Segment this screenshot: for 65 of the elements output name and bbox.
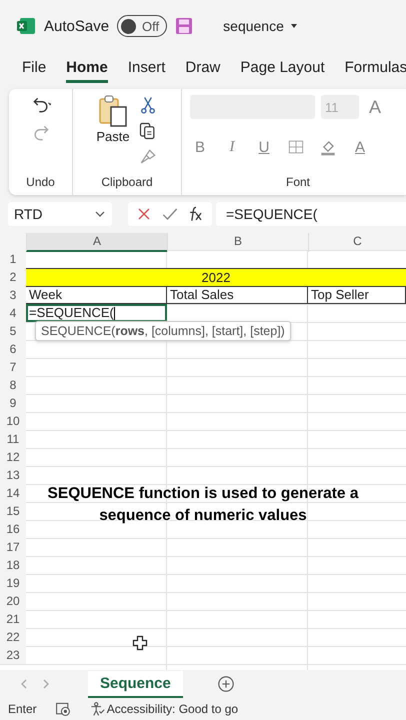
previous-sheet-icon[interactable] xyxy=(20,678,28,690)
sheet-tab[interactable]: Sequence xyxy=(88,670,183,698)
cursor-cross-icon xyxy=(132,635,148,651)
video-caption: SEQUENCE function is used to generate a sequence of numeric values xyxy=(46,484,360,526)
ribbon-tab[interactable]: Page Layout xyxy=(240,55,325,83)
paste-button[interactable]: Paste xyxy=(96,129,130,144)
row-header[interactable]: 20 xyxy=(0,592,26,610)
table-cell: =SEQUENCE( xyxy=(26,304,167,322)
row-header[interactable]: 6 xyxy=(0,340,26,358)
clipboard-icon[interactable] xyxy=(98,95,128,127)
row-header[interactable]: 22 xyxy=(0,628,26,646)
row-header[interactable]: 12 xyxy=(0,448,26,466)
row-header[interactable]: 18 xyxy=(0,556,26,574)
row-header[interactable]: 17 xyxy=(0,538,26,556)
column-header[interactable]: B xyxy=(167,233,308,252)
row-header[interactable]: 2 xyxy=(0,268,26,287)
excel-logo-icon xyxy=(16,16,36,36)
grow-font-button[interactable]: A xyxy=(365,96,385,118)
column-header[interactable]: A xyxy=(26,233,167,252)
row-header[interactable]: 1 xyxy=(0,250,26,268)
row-header[interactable]: 11 xyxy=(0,430,26,448)
accessibility-status[interactable]: Accessibility: Good to go xyxy=(106,702,238,716)
row-header[interactable]: 14 xyxy=(0,484,26,502)
ribbon-tab[interactable]: Home xyxy=(66,55,108,83)
row-header[interactable]: 7 xyxy=(0,358,26,376)
row-header[interactable]: 5 xyxy=(0,322,26,340)
ribbon-tab[interactable]: Insert xyxy=(128,55,166,83)
font-color-button[interactable]: A xyxy=(350,138,370,156)
group-label: Undo xyxy=(26,175,55,189)
autosave-label: AutoSave xyxy=(44,18,110,34)
format-button[interactable]: I xyxy=(222,138,242,156)
row-header[interactable]: 15 xyxy=(0,502,26,520)
ribbon-tab[interactable]: Draw xyxy=(185,55,220,83)
row-header[interactable]: 23 xyxy=(0,646,26,664)
table-cell: Top Seller xyxy=(308,286,406,304)
save-icon[interactable] xyxy=(175,17,194,35)
merged-cell: 2022 xyxy=(26,268,406,287)
formula-field[interactable]: =SEQUENCE( xyxy=(216,202,406,226)
column-header[interactable]: C xyxy=(308,233,406,252)
row-header[interactable]: 19 xyxy=(0,574,26,592)
function-tooltip: SEQUENCE(rows, [columns], [start], [step]) xyxy=(35,321,291,341)
next-sheet-icon[interactable] xyxy=(42,678,50,690)
row-header[interactable]: 10 xyxy=(0,412,26,430)
group-label: Font xyxy=(286,175,310,189)
autosave-toggle[interactable]: Off xyxy=(117,15,168,37)
macro-record-icon[interactable] xyxy=(54,701,71,717)
document-name-button[interactable]: sequence xyxy=(223,18,299,34)
row-header[interactable]: 3 xyxy=(0,286,26,304)
format-button[interactable]: U xyxy=(254,138,274,156)
row-header[interactable]: 8 xyxy=(0,376,26,394)
name-box[interactable]: RTD xyxy=(8,202,112,226)
group-label: Clipboard xyxy=(101,175,153,189)
format-button[interactable]: B xyxy=(190,138,210,156)
table-cell: Week xyxy=(26,286,167,304)
row-header[interactable]: 13 xyxy=(0,466,26,484)
row-header[interactable]: 9 xyxy=(0,394,26,412)
status-mode: Enter xyxy=(8,702,37,716)
ribbon-tab[interactable]: File xyxy=(22,55,46,83)
add-sheet-icon[interactable] xyxy=(216,675,235,693)
row-header[interactable]: 21 xyxy=(0,610,26,628)
row-header[interactable]: 4 xyxy=(0,304,26,322)
undo-icon[interactable] xyxy=(30,95,50,115)
accessibility-icon[interactable] xyxy=(88,701,105,717)
row-header[interactable]: 16 xyxy=(0,520,26,538)
table-cell: Total Sales xyxy=(167,286,308,304)
